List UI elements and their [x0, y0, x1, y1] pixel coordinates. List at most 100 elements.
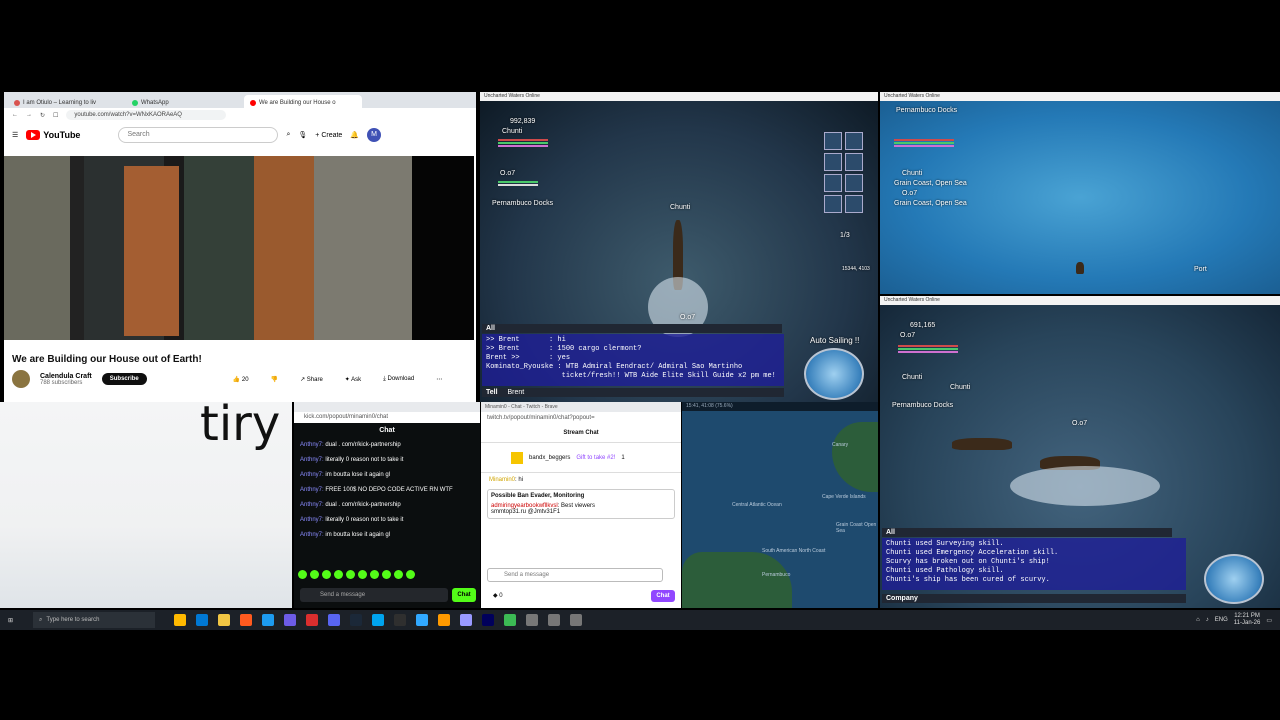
game2-ally-name: Chunti	[902, 170, 923, 177]
taskbar-app-icon[interactable]	[174, 614, 187, 626]
like-button[interactable]: 👍 20	[227, 373, 255, 386]
youtube-search-input[interactable]: Search	[118, 127, 279, 143]
language-indicator[interactable]: ENG	[1215, 617, 1228, 623]
channel-row: Calendula Craft 788 subscribers Subscribe…	[12, 370, 472, 388]
browser-tab-3[interactable]: We are Building our House o	[244, 95, 362, 108]
game3-titlebar: Uncharted Waters Online	[880, 296, 1280, 305]
create-button[interactable]: + Create	[315, 132, 342, 139]
taskbar-app-icon[interactable]	[372, 614, 385, 626]
twitch-chat-window: Minamin0 - Chat - Twitch - Brave twitch.…	[481, 402, 681, 608]
taskbar-app-icon[interactable]	[504, 614, 517, 626]
browser-tab-2[interactable]: WhatsApp	[126, 95, 244, 108]
twitch-message-input[interactable]: Send a message	[487, 568, 663, 582]
browser-tab-1[interactable]: I am Otiulo – Learning to liv	[8, 95, 126, 108]
game3-self-name: O.o7	[900, 332, 916, 339]
emote-row[interactable]	[298, 570, 415, 579]
search-icon[interactable]: ⌕	[286, 131, 290, 139]
emote-icon[interactable]	[406, 570, 415, 579]
emote-icon[interactable]	[298, 570, 307, 579]
taskbar-app-icon[interactable]	[262, 614, 275, 626]
ask-button[interactable]: ✦ Ask	[339, 373, 367, 386]
game2-ship[interactable]	[1076, 262, 1084, 274]
taskbar-app-icon[interactable]	[438, 614, 451, 626]
taskbar-app-icon[interactable]	[526, 614, 539, 626]
taskbar-app-icon[interactable]	[218, 614, 231, 626]
game1-skill-grid[interactable]	[824, 132, 863, 213]
youtube-logo[interactable]: YouTube	[26, 130, 80, 140]
map-label: South American North Coast	[762, 548, 826, 554]
share-button[interactable]: ↗ Share	[294, 373, 329, 386]
taskbar-app-icon[interactable]	[460, 614, 473, 626]
taskbar-app-icon[interactable]	[548, 614, 561, 626]
taskbar-app-icon[interactable]	[570, 614, 583, 626]
menu-icon[interactable]: ☰	[12, 131, 18, 139]
twitch-chat-button[interactable]: Chat	[651, 590, 675, 602]
game3-ship-1[interactable]	[952, 438, 1012, 450]
game-window-2[interactable]: Uncharted Waters Online Pernambuco Docks…	[880, 92, 1280, 294]
emote-icon[interactable]	[394, 570, 403, 579]
subscribe-button[interactable]: Subscribe	[101, 373, 147, 385]
account-avatar[interactable]: M	[367, 128, 382, 142]
taskbar-app-icon[interactable]	[328, 614, 341, 626]
reload-icon[interactable]: ↻	[40, 112, 45, 119]
download-button[interactable]: ⤓ Download	[377, 373, 420, 386]
game1-page-indicator[interactable]: 1/3	[840, 232, 850, 239]
channel-name[interactable]: Calendula Craft	[40, 373, 92, 380]
game3-chat-tabs[interactable]: All	[882, 528, 1172, 537]
gift-banner[interactable]: bandx_beggers Gift to take #2! 1	[481, 443, 681, 473]
gift-user[interactable]: bandx_beggers	[529, 455, 570, 461]
emote-icon[interactable]	[370, 570, 379, 579]
game3-company-tab[interactable]: Company	[882, 594, 1186, 603]
taskbar-app-icon[interactable]	[240, 614, 253, 626]
more-icon[interactable]: ⋯	[430, 373, 448, 386]
game1-tell-input[interactable]: Tell Brent	[482, 388, 784, 397]
dislike-button[interactable]: 👎	[265, 373, 284, 386]
url-field[interactable]: youtube.com/watch?v=WNxKAORAeAQ	[66, 110, 227, 120]
kick-url-field[interactable]: kick.com/popout/minamin0/chat	[294, 412, 480, 423]
start-icon[interactable]: ⊞	[8, 617, 13, 624]
emote-icon[interactable]	[322, 570, 331, 579]
emote-icon[interactable]	[346, 570, 355, 579]
whatsapp-icon	[132, 100, 138, 106]
taskbar-app-icon[interactable]	[284, 614, 297, 626]
taskbar-app-icon[interactable]	[350, 614, 363, 626]
network-icon[interactable]: ⌂	[1196, 617, 1200, 623]
forward-icon[interactable]: →	[26, 112, 32, 118]
taskbar-app-icon[interactable]	[196, 614, 209, 626]
emote-icon[interactable]	[358, 570, 367, 579]
emote-icon[interactable]	[310, 570, 319, 579]
clock[interactable]: 12:21 PM 11-Jan-26	[1234, 613, 1261, 627]
world-map-window[interactable]: 15:41, 41:08 (75.6%) Central Atlantic Oc…	[682, 402, 878, 608]
notification-icon[interactable]: ▭	[1266, 617, 1272, 624]
taskbar-app-icon[interactable]	[394, 614, 407, 626]
game2-area-2: Grain Coast, Open Sea	[894, 200, 967, 207]
game1-chat-tabs[interactable]: All	[482, 324, 782, 333]
taskbar-app-icon[interactable]	[416, 614, 429, 626]
taskbar-search[interactable]: ⌕ Type here to search	[33, 612, 156, 628]
volume-icon[interactable]: ♪	[1206, 617, 1209, 623]
back-icon[interactable]: ←	[12, 112, 18, 118]
taskbar-app-icon[interactable]	[482, 614, 495, 626]
map-label: Grain Coast Open Sea	[836, 522, 877, 534]
mic-icon[interactable]: 🎙	[298, 131, 307, 139]
game-window-1[interactable]: Uncharted Waters Online 992,839 Chunti O…	[480, 92, 878, 402]
notifications-icon[interactable]: 🔔	[350, 131, 359, 139]
twitch-url-field[interactable]: twitch.tv/popout/minamin0/chat?popout=	[481, 412, 681, 424]
chat-message: Anthny7: literally 0 reason not to take …	[300, 517, 404, 523]
channel-avatar[interactable]	[12, 370, 30, 388]
taskbar-app-icon[interactable]	[306, 614, 319, 626]
game2-port-label[interactable]: Port	[1194, 266, 1207, 273]
browser-window: I am Otiulo – Learning to liv WhatsApp W…	[4, 92, 476, 402]
emote-icon[interactable]	[334, 570, 343, 579]
game1-minimap[interactable]	[804, 348, 864, 400]
emote-icon[interactable]	[382, 570, 391, 579]
game3-minimap[interactable]	[1204, 554, 1264, 604]
youtube-icon	[250, 100, 256, 106]
video-player[interactable]	[4, 156, 474, 340]
kick-chat-button[interactable]: Chat	[452, 588, 476, 602]
channel-points[interactable]: ◆ 0	[493, 592, 503, 599]
kick-message-input[interactable]: Send a message	[300, 588, 448, 602]
game-window-3[interactable]: Uncharted Waters Online 691,165 O.o7 Chu…	[880, 296, 1280, 608]
video-wood	[254, 156, 314, 340]
bookmark-icon[interactable]: ☐	[53, 112, 58, 119]
